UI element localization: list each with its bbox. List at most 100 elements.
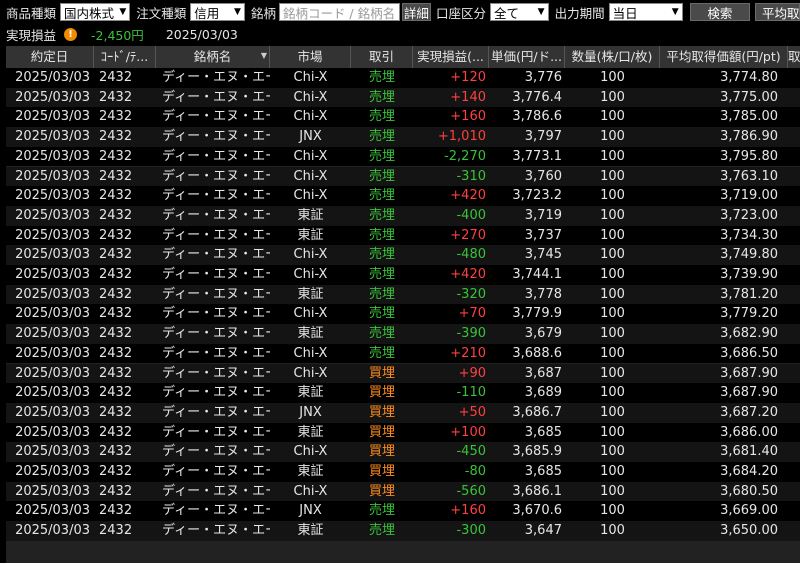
cell-code: 2432 xyxy=(99,129,133,145)
cell-realized-pnl: +70 xyxy=(458,306,486,322)
cell-realized-pnl: +100 xyxy=(450,424,486,440)
cell-avg-cost: 3,682.90 xyxy=(720,326,778,342)
table-row[interactable]: 2025/03/03 2432 ディー・エヌ・エー Chi-X 売埋 -480 3,745 1… xyxy=(6,245,800,265)
cell-market: JNX xyxy=(299,129,322,145)
pnl-summary: 実現損益 ! -2,450円 2025/03/03 xyxy=(0,24,800,44)
table-row[interactable]: 2025/03/03 2432 ディー・エヌ・エー Chi-X 売埋 +210 3,688.… xyxy=(6,343,800,364)
filter-toolbar: 商品種類 国内株式 ▼ 注文種類 信用 ▼ 銘柄 銘柄コード / 銘柄名 詳細 … xyxy=(0,0,800,24)
cell-code: 2432 xyxy=(99,523,133,539)
table-row[interactable]: 2025/03/03 2432 ディー・エヌ・エー Chi-X 売埋 +420 3,744.… xyxy=(6,265,800,285)
table-row[interactable]: 2025/03/03 2432 ディー・エヌ・エー 東証 売埋 -300 3,647 100 3… xyxy=(6,521,800,541)
search-button[interactable]: 検索 xyxy=(689,3,751,21)
table-header: 約定日 ｺｰﾄﾞ/ﾃ... 銘柄名 ▼ 市場 取引 実現損益(... 単価(円/… xyxy=(6,46,800,68)
cell-avg-cost: 3,739.90 xyxy=(720,267,778,282)
table-row[interactable]: 2025/03/03 2432 ディー・エヌ・エー 東証 買埋 +100 3,685 100 3… xyxy=(6,422,800,443)
cell-code: 2432 xyxy=(99,483,133,499)
cell-quantity: 100 xyxy=(600,188,625,204)
cell-realized-pnl: -480 xyxy=(456,247,486,263)
table-row[interactable]: 2025/03/03 2432 ディー・エヌ・エー 東証 売埋 +270 3,737 100 3… xyxy=(6,225,800,246)
cell-trade-type: 売埋 xyxy=(368,207,395,223)
cell-quantity: 100 xyxy=(600,129,625,145)
table-row[interactable]: 2025/03/03 2432 ディー・エヌ・エー Chi-X 買埋 -450 3,685.… xyxy=(6,442,800,462)
table-row[interactable]: 2025/03/03 2432 ディー・エヌ・エー Chi-X 買埋 +90 3,687 10… xyxy=(6,363,800,384)
col-realized-pnl[interactable]: 実現損益(... xyxy=(413,46,489,68)
cell-code: 2432 xyxy=(99,89,133,105)
cell-realized-pnl: +1,010 xyxy=(437,129,486,145)
col-avg-cost[interactable]: 平均取得価額(円/pt) xyxy=(660,46,788,68)
product-type-select[interactable]: 国内株式 ▼ xyxy=(60,3,131,21)
cell-trade-date: 2025/03/03 xyxy=(15,89,90,105)
cell-code: 2432 xyxy=(99,424,133,440)
cell-market: 東証 xyxy=(297,326,324,342)
cell-market: Chi-X xyxy=(293,188,328,204)
cell-quantity: 100 xyxy=(600,326,625,342)
cell-name: ディー・エヌ・エー xyxy=(162,483,270,499)
cell-realized-pnl: -400 xyxy=(456,207,486,223)
col-code[interactable]: ｺｰﾄﾞ/ﾃ... xyxy=(94,46,156,68)
table-row[interactable]: 2025/03/03 2432 ディー・エヌ・エー Chi-X 売埋 +140 3,776.… xyxy=(6,87,800,108)
table-row[interactable]: 2025/03/03 2432 ディー・エヌ・エー 東証 売埋 -390 3,679 100 3… xyxy=(6,324,800,344)
cell-unit-price: 3,773.1 xyxy=(512,148,562,164)
table-row[interactable]: 2025/03/03 2432 ディー・エヌ・エー JNX 買埋 +50 3,686.7 10… xyxy=(6,402,800,423)
detail-button[interactable]: 詳細 xyxy=(401,3,431,21)
col-market[interactable]: 市場 xyxy=(270,46,351,68)
cell-avg-cost: 3,669.00 xyxy=(720,503,778,519)
table-row[interactable]: 2025/03/03 2432 ディー・エヌ・エー JNX 売埋 +160 3,670.6 1… xyxy=(6,501,800,522)
table-row[interactable]: 2025/03/03 2432 ディー・エヌ・エー 東証 売埋 -400 3,719 100 3… xyxy=(6,205,800,226)
cell-avg-cost: 3,680.50 xyxy=(720,483,778,499)
table-row[interactable]: 2025/03/03 2432 ディー・エヌ・エー Chi-X 売埋 +70 3,779.9… xyxy=(6,304,800,325)
table-row[interactable]: 2025/03/03 2432 ディー・エヌ・エー Chi-X 売埋 +420 3,723.… xyxy=(6,186,800,206)
order-type-select[interactable]: 信用 ▼ xyxy=(190,3,245,21)
cell-name: ディー・エヌ・エー xyxy=(162,523,270,539)
account-select[interactable]: 全て ▼ xyxy=(490,3,549,21)
cell-quantity: 100 xyxy=(600,424,625,440)
col-acquisition[interactable]: 取得 xyxy=(788,46,800,68)
table-row[interactable]: 2025/03/03 2432 ディー・エヌ・エー Chi-X 売埋 +120 3,776 1… xyxy=(6,68,800,88)
cell-trade-type: 売埋 xyxy=(368,129,395,145)
cell-realized-pnl: +420 xyxy=(450,188,486,204)
cell-code: 2432 xyxy=(99,148,133,164)
cell-market: Chi-X xyxy=(293,89,328,105)
cell-unit-price: 3,797 xyxy=(524,129,562,145)
col-unit-price[interactable]: 単価(円/ド... xyxy=(489,46,565,68)
cell-realized-pnl: +270 xyxy=(450,227,486,243)
cell-name: ディー・エヌ・エー xyxy=(162,109,270,125)
table-row[interactable]: 2025/03/03 2432 ディー・エヌ・エー JNX 売埋 +1,010 3,797 1… xyxy=(6,127,800,147)
col-name[interactable]: 銘柄名 ▼ xyxy=(156,46,270,68)
cell-realized-pnl: +160 xyxy=(450,109,486,125)
table-row[interactable]: 2025/03/03 2432 ディー・エヌ・エー Chi-X 買埋 -560 3,686.… xyxy=(6,481,800,502)
cell-quantity: 100 xyxy=(600,404,625,420)
cell-name: ディー・エヌ・エー xyxy=(162,404,270,420)
warning-icon[interactable]: ! xyxy=(64,27,78,41)
cell-unit-price: 3,670.6 xyxy=(512,503,562,519)
cell-quantity: 100 xyxy=(600,89,625,105)
col-trade-type[interactable]: 取引 xyxy=(351,46,413,68)
symbol-input[interactable]: 銘柄コード / 銘柄名 xyxy=(278,3,400,21)
cell-avg-cost: 3,785.00 xyxy=(720,109,778,125)
cell-avg-cost: 3,781.20 xyxy=(720,286,778,302)
col-quantity[interactable]: 数量(株/口/枚) xyxy=(565,46,660,68)
table-row[interactable]: 2025/03/03 2432 ディー・エヌ・エー Chi-X 売埋 +160 3,786.… xyxy=(6,107,800,128)
cell-trade-date: 2025/03/03 xyxy=(15,345,90,361)
cell-quantity: 100 xyxy=(600,385,625,401)
cell-unit-price: 3,685 xyxy=(524,464,562,479)
table-row[interactable]: 2025/03/03 2432 ディー・エヌ・エー Chi-X 売埋 -310 3,760 1… xyxy=(6,166,800,187)
table-row[interactable]: 2025/03/03 2432 ディー・エヌ・エー Chi-X 売埋 -2,270 3,77… xyxy=(6,146,800,167)
table-row[interactable]: 2025/03/03 2432 ディー・エヌ・エー 東証 売埋 -320 3,778 100 3… xyxy=(6,284,800,305)
cell-trade-date: 2025/03/03 xyxy=(15,168,90,184)
cell-code: 2432 xyxy=(99,70,133,85)
cell-code: 2432 xyxy=(99,385,133,401)
cell-trade-type: 買埋 xyxy=(368,385,395,401)
cell-market: JNX xyxy=(299,503,322,519)
col-trade-date[interactable]: 約定日 xyxy=(6,46,94,68)
cell-avg-cost: 3,650.00 xyxy=(720,523,778,539)
cell-unit-price: 3,745 xyxy=(524,247,562,263)
account-label: 口座区分 xyxy=(435,5,486,21)
realized-pnl-value: -2,450円 xyxy=(91,27,144,43)
average-button[interactable]: 平均取 xyxy=(755,3,800,21)
cell-unit-price: 3,647 xyxy=(524,523,562,539)
cell-code: 2432 xyxy=(99,247,133,263)
table-row[interactable]: 2025/03/03 2432 ディー・エヌ・エー 東証 買埋 -110 3,689 100 3… xyxy=(6,383,800,403)
period-select[interactable]: 当日 ▼ xyxy=(608,3,683,21)
table-row[interactable]: 2025/03/03 2432 ディー・エヌ・エー 東証 買埋 -80 3,685 100 3,… xyxy=(6,462,800,482)
